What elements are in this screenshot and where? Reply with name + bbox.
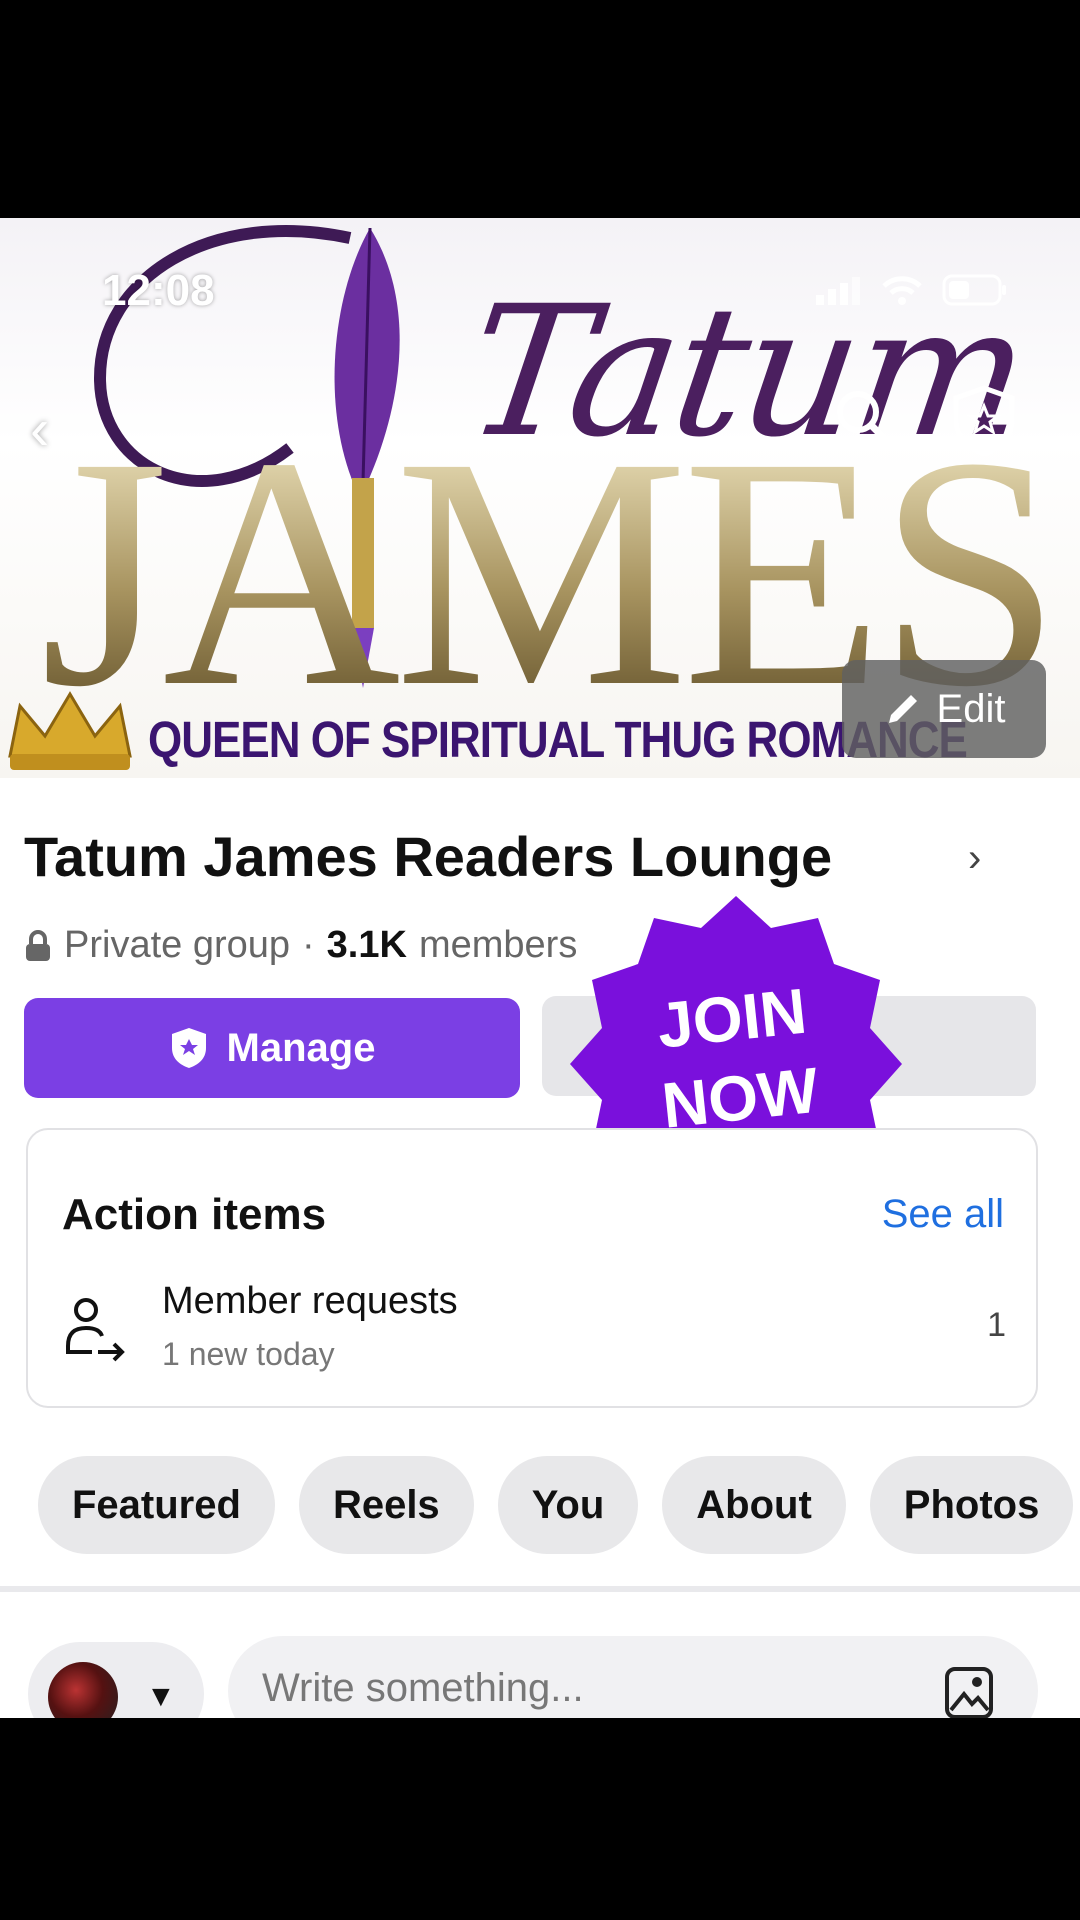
tab-photos[interactable]: Photos — [869, 1456, 1074, 1554]
group-tabs: Featured Reels You About Photos — [38, 1456, 1074, 1554]
member-requests-subtitle: 1 new today — [162, 1336, 335, 1372]
lock-icon — [26, 929, 50, 961]
pencil-icon — [888, 695, 917, 723]
edit-cover-button[interactable]: Edit — [842, 660, 1046, 758]
member-requests-title[interactable]: Member requests — [162, 1280, 458, 1323]
chevron-right-icon[interactable]: › — [968, 836, 981, 881]
back-chevron-icon[interactable]: ‹ — [30, 396, 49, 463]
manage-button[interactable]: Manage — [24, 998, 520, 1098]
group-meta: Private group · 3.1K members — [24, 924, 577, 967]
status-icons — [816, 274, 1008, 311]
member-requests-count: 1 — [987, 1306, 1006, 1344]
meta-separator: · — [302, 924, 315, 966]
tab-about[interactable]: About — [662, 1456, 846, 1554]
see-all-link[interactable]: See all — [882, 1192, 1004, 1237]
tab-featured[interactable]: Featured — [38, 1456, 275, 1554]
join-line-1: JOIN — [653, 974, 810, 1062]
wifi-icon — [880, 274, 924, 311]
search-icon[interactable] — [832, 386, 898, 452]
admin-shield-icon — [171, 1028, 206, 1068]
members-count[interactable]: 3.1K — [327, 924, 407, 967]
section-divider — [0, 1586, 1080, 1592]
tab-reels[interactable]: Reels — [298, 1456, 474, 1554]
action-items-card: Action items See all Member requests 1 n… — [26, 1128, 1038, 1408]
group-title[interactable]: Tatum James Readers Lounge — [24, 824, 832, 889]
admin-shield-icon[interactable] — [950, 384, 1018, 456]
action-items-title: Action items — [62, 1190, 327, 1239]
member-request-icon — [66, 1298, 125, 1362]
tab-you[interactable]: You — [497, 1456, 639, 1554]
crown-icon — [8, 691, 132, 770]
photo-icon[interactable] — [944, 1666, 994, 1718]
screen: Tatum JAMES QUEEN OF SPIRITUAL THUG ROMA… — [0, 218, 1080, 1718]
caret-down-icon[interactable]: ▼ — [146, 1680, 176, 1714]
edit-label: Edit — [936, 686, 1006, 731]
battery-icon — [942, 274, 1008, 311]
status-time: 12:08 — [102, 266, 215, 315]
signal-icon — [816, 275, 862, 310]
composer-placeholder: Write something... — [262, 1666, 584, 1710]
manage-label: Manage — [226, 1025, 376, 1070]
cover-photo: Tatum JAMES QUEEN OF SPIRITUAL THUG ROMA… — [0, 218, 1080, 778]
privacy-label: Private group — [64, 924, 291, 966]
